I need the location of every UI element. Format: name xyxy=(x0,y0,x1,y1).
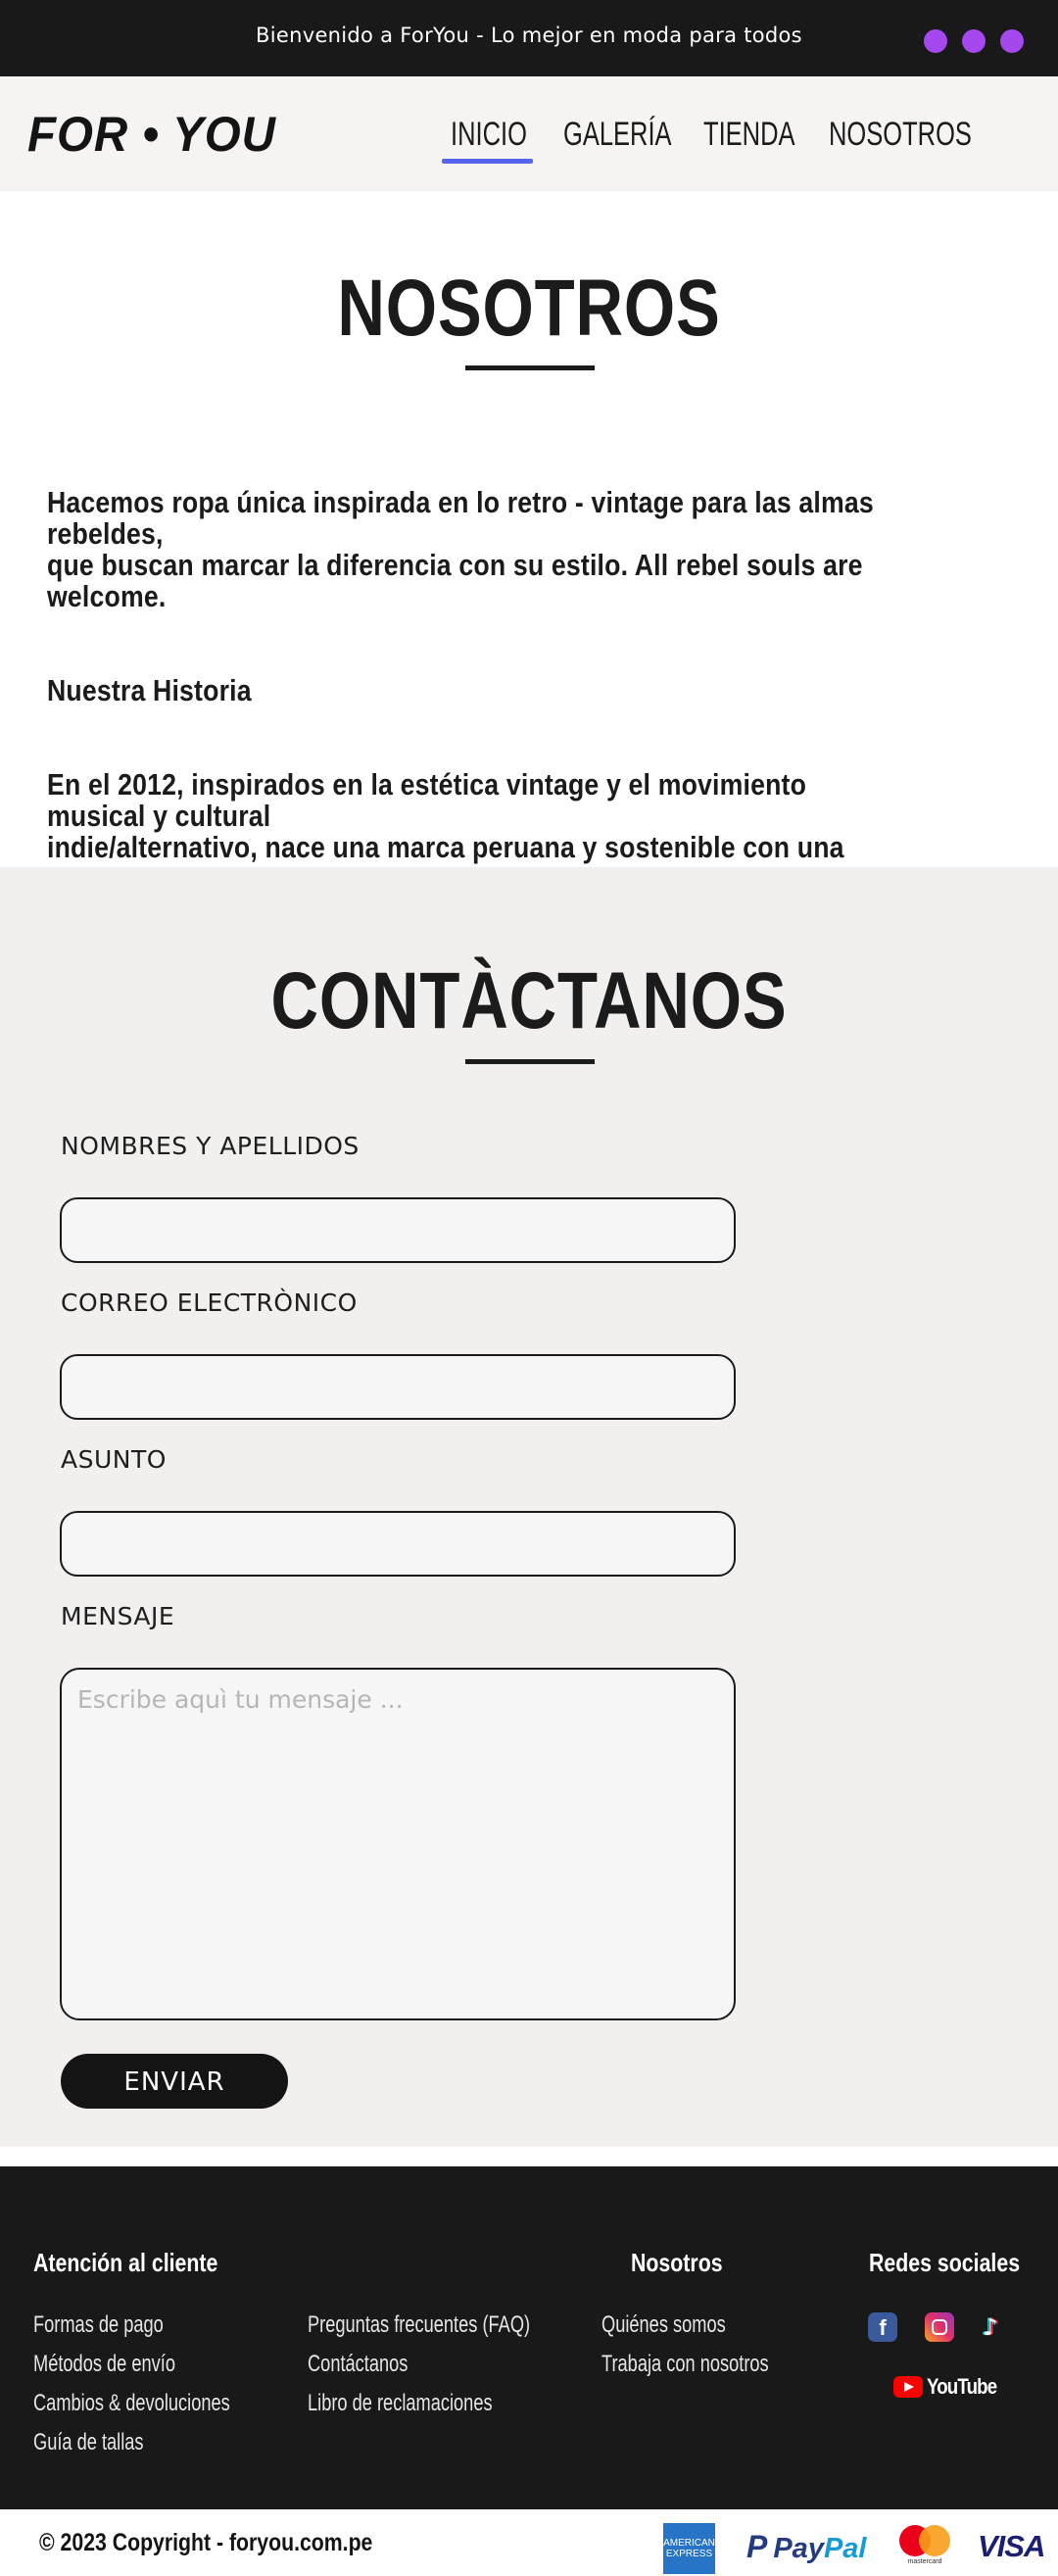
footer-link[interactable]: Guía de tallas xyxy=(33,2429,144,2456)
dot-icon[interactable] xyxy=(924,29,947,53)
youtube-icon[interactable]: YouTube xyxy=(893,2374,1009,2400)
contact-section: CONTÀCTANOS NOMBRES Y APELLIDOS CORREO E… xyxy=(0,867,1058,2147)
visa-icon: VISA xyxy=(978,2529,1045,2563)
nav-active-indicator xyxy=(442,159,533,164)
footer-link[interactable]: Métodos de envío xyxy=(33,2351,175,2378)
mastercard-label: mastercard xyxy=(907,2558,942,2565)
about-intro: Hacemos ropa única inspirada en lo retro… xyxy=(47,485,874,613)
send-button[interactable]: ENVIAR xyxy=(61,2054,288,2109)
contact-title: CONTÀCTANOS xyxy=(270,956,788,1045)
footer-about-heading: Nosotros xyxy=(631,2248,723,2277)
paypal-icon: P PayPal xyxy=(746,2529,866,2565)
paypal-mark: P xyxy=(746,2529,768,2564)
name-label: NOMBRES Y APELLIDOS xyxy=(61,1132,360,1160)
footer-link[interactable]: Preguntas frecuentes (FAQ) xyxy=(308,2311,530,2339)
brand-logo[interactable]: FOR • YOU xyxy=(27,106,276,163)
message-textarea[interactable]: Escribe aquì tu mensaje ... xyxy=(60,1668,736,2020)
name-field[interactable] xyxy=(60,1197,736,1263)
nav-galeria[interactable]: GALERÍA xyxy=(563,116,672,154)
site-header: FOR • YOU INICIO GALERÍA TIENDA NOSOTROS xyxy=(0,76,1058,191)
nav-nosotros[interactable]: NOSOTROS xyxy=(829,116,972,154)
footer-link[interactable]: Cambios & devoluciones xyxy=(33,2390,230,2417)
facebook-icon[interactable]: f xyxy=(868,2312,897,2342)
footer-link[interactable]: Quiénes somos xyxy=(601,2311,726,2339)
title-underline xyxy=(465,365,595,370)
section-divider xyxy=(0,2147,1058,2166)
copyright-text: © 2023 Copyright - foryou.com.pe xyxy=(39,2529,373,2556)
footer-link[interactable]: Trabaja con nosotros xyxy=(601,2351,769,2378)
window-dots xyxy=(924,29,1024,53)
about-title: NOSOTROS xyxy=(337,264,721,353)
footer-link[interactable]: Formas de pago xyxy=(33,2311,164,2339)
dot-icon[interactable] xyxy=(1000,29,1024,53)
youtube-label: YouTube xyxy=(927,2374,997,2399)
mastercard-icon: mastercard xyxy=(899,2525,950,2568)
email-label: CORREO ELECTRÒNICO xyxy=(61,1288,358,1317)
announcement-text: Bienvenido a ForYou - Lo mejor en moda p… xyxy=(256,24,802,47)
history-heading: Nuestra Historia xyxy=(47,673,252,707)
about-section: NOSOTROS Hacemos ropa única inspirada en… xyxy=(0,191,1058,1020)
site-footer: Atención al cliente Formas de pago Métod… xyxy=(0,2166,1058,2509)
footer-link[interactable]: Libro de reclamaciones xyxy=(308,2390,493,2417)
mastercard-orange-circle xyxy=(919,2525,950,2556)
dot-icon[interactable] xyxy=(962,29,986,53)
title-underline xyxy=(465,1059,595,1064)
subject-label: ASUNTO xyxy=(61,1445,167,1474)
announcement-bar: Bienvenido a ForYou - Lo mejor en moda p… xyxy=(0,0,1058,76)
paypal-word-a: Pay xyxy=(773,2533,824,2564)
footer-social-heading: Redes sociales xyxy=(869,2248,1021,2277)
nav-inicio[interactable]: INICIO xyxy=(451,116,527,154)
message-label: MENSAJE xyxy=(61,1602,175,1630)
footer-link[interactable]: Contáctanos xyxy=(308,2351,408,2378)
subject-field[interactable] xyxy=(60,1511,736,1577)
amex-icon: AMERICAN EXPRESS xyxy=(663,2523,715,2574)
instagram-icon[interactable] xyxy=(925,2312,954,2342)
youtube-play-icon xyxy=(893,2376,923,2398)
copyright-bar: © 2023 Copyright - foryou.com.pe AMERICA… xyxy=(0,2509,1058,2576)
email-field[interactable] xyxy=(60,1354,736,1420)
tiktok-icon[interactable]: ♪ xyxy=(976,2312,1005,2342)
nav-tienda[interactable]: TIENDA xyxy=(703,116,795,154)
footer-customer-service-heading: Atención al cliente xyxy=(33,2248,218,2277)
paypal-word-b: Pal xyxy=(823,2533,867,2564)
